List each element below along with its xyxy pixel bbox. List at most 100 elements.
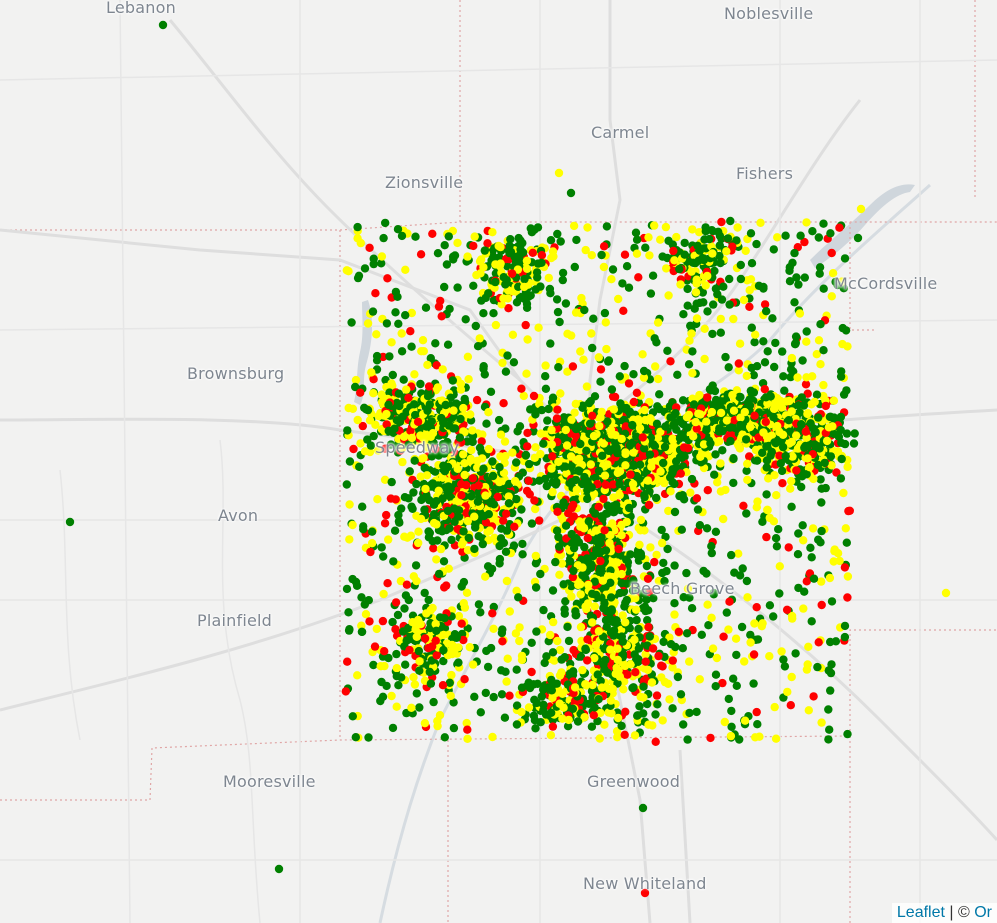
crash-marker[interactable] xyxy=(479,464,488,473)
crash-marker[interactable] xyxy=(373,495,382,504)
crash-marker[interactable] xyxy=(730,568,739,577)
crash-marker[interactable] xyxy=(707,542,716,551)
crash-marker[interactable] xyxy=(399,375,408,384)
crash-marker[interactable] xyxy=(786,484,795,493)
crash-marker[interactable] xyxy=(769,404,779,414)
crash-marker[interactable] xyxy=(716,314,725,324)
crash-marker[interactable] xyxy=(532,627,541,636)
crash-marker[interactable] xyxy=(588,589,597,598)
crash-marker[interactable] xyxy=(778,430,788,439)
crash-marker[interactable] xyxy=(499,538,509,548)
crash-marker[interactable] xyxy=(548,393,558,402)
crash-marker[interactable] xyxy=(608,392,618,401)
crash-marker[interactable] xyxy=(459,527,468,536)
crash-marker[interactable] xyxy=(415,666,424,675)
crash-marker[interactable] xyxy=(401,660,410,669)
crash-marker[interactable] xyxy=(640,602,650,611)
crash-marker[interactable] xyxy=(729,314,738,324)
crash-marker[interactable] xyxy=(434,486,443,495)
crash-marker[interactable] xyxy=(366,547,375,557)
crash-marker[interactable] xyxy=(442,260,452,269)
crash-marker[interactable] xyxy=(716,328,725,337)
crash-marker[interactable] xyxy=(599,494,608,504)
crash-marker[interactable] xyxy=(533,679,542,688)
crash-marker[interactable] xyxy=(603,460,612,469)
crash-marker[interactable] xyxy=(814,336,824,345)
crash-marker[interactable] xyxy=(702,417,711,426)
crash-marker[interactable] xyxy=(567,415,576,424)
crash-marker[interactable] xyxy=(462,481,471,490)
crash-marker[interactable] xyxy=(618,637,627,646)
crash-marker[interactable] xyxy=(729,454,738,464)
crash-marker[interactable] xyxy=(817,577,826,586)
crash-marker[interactable] xyxy=(773,233,782,242)
crash-marker[interactable] xyxy=(474,600,484,609)
crash-marker[interactable] xyxy=(761,417,770,427)
crash-marker[interactable] xyxy=(742,371,751,381)
crash-marker[interactable] xyxy=(609,631,618,640)
crash-marker[interactable] xyxy=(787,672,796,682)
crash-marker[interactable] xyxy=(721,485,730,495)
crash-marker[interactable] xyxy=(799,536,808,545)
crash-marker[interactable] xyxy=(650,221,659,230)
crash-marker[interactable] xyxy=(438,365,447,374)
crash-marker[interactable] xyxy=(621,707,630,716)
crash-marker[interactable] xyxy=(768,314,777,323)
crash-marker[interactable] xyxy=(546,236,556,245)
crash-marker[interactable] xyxy=(463,734,472,743)
crash-marker[interactable] xyxy=(756,218,765,227)
crash-marker[interactable] xyxy=(772,542,782,551)
crash-marker[interactable] xyxy=(650,557,659,567)
crash-marker[interactable] xyxy=(814,233,823,242)
crash-marker[interactable] xyxy=(566,188,576,198)
crash-marker[interactable] xyxy=(691,288,701,297)
crash-marker[interactable] xyxy=(659,637,668,647)
crash-marker[interactable] xyxy=(825,412,835,422)
crash-marker[interactable] xyxy=(603,509,612,518)
crash-marker[interactable] xyxy=(806,543,815,552)
crash-marker[interactable] xyxy=(378,616,388,626)
crash-marker[interactable] xyxy=(692,707,701,717)
crash-marker[interactable] xyxy=(773,421,782,431)
crash-marker[interactable] xyxy=(683,284,692,294)
crash-marker[interactable] xyxy=(553,307,563,317)
crash-marker[interactable] xyxy=(552,295,562,304)
crash-marker[interactable] xyxy=(569,221,579,231)
crash-marker[interactable] xyxy=(351,733,360,742)
crash-marker[interactable] xyxy=(630,731,640,740)
crash-marker[interactable] xyxy=(825,725,834,734)
crash-marker[interactable] xyxy=(769,245,778,254)
crash-marker[interactable] xyxy=(639,693,648,702)
crash-marker[interactable] xyxy=(499,294,508,303)
crash-marker[interactable] xyxy=(548,722,558,731)
crash-marker[interactable] xyxy=(496,259,505,268)
crash-marker[interactable] xyxy=(518,550,527,559)
crash-marker[interactable] xyxy=(522,369,531,378)
crash-marker[interactable] xyxy=(594,627,604,636)
crash-marker[interactable] xyxy=(454,506,464,515)
crash-marker[interactable] xyxy=(626,470,635,479)
crash-marker[interactable] xyxy=(408,504,417,513)
crash-marker[interactable] xyxy=(499,399,508,408)
crash-marker[interactable] xyxy=(547,440,556,449)
crash-marker[interactable] xyxy=(497,524,506,533)
crash-marker[interactable] xyxy=(799,604,808,613)
crash-marker[interactable] xyxy=(505,691,514,700)
crash-marker[interactable] xyxy=(348,712,357,721)
crash-marker[interactable] xyxy=(762,532,771,542)
crash-marker[interactable] xyxy=(614,294,623,304)
crash-marker[interactable] xyxy=(567,331,576,340)
crash-marker[interactable] xyxy=(411,232,420,241)
crash-marker[interactable] xyxy=(368,307,378,316)
crash-marker[interactable] xyxy=(359,525,368,534)
crash-marker[interactable] xyxy=(620,250,630,259)
crash-marker[interactable] xyxy=(554,168,564,178)
crash-marker[interactable] xyxy=(621,448,630,457)
crash-marker[interactable] xyxy=(424,595,433,605)
crash-marker[interactable] xyxy=(819,219,828,228)
crash-marker[interactable] xyxy=(689,400,699,409)
crash-marker[interactable] xyxy=(274,864,284,874)
crash-marker[interactable] xyxy=(357,627,367,636)
crash-marker[interactable] xyxy=(692,275,701,284)
crash-marker[interactable] xyxy=(591,509,600,518)
